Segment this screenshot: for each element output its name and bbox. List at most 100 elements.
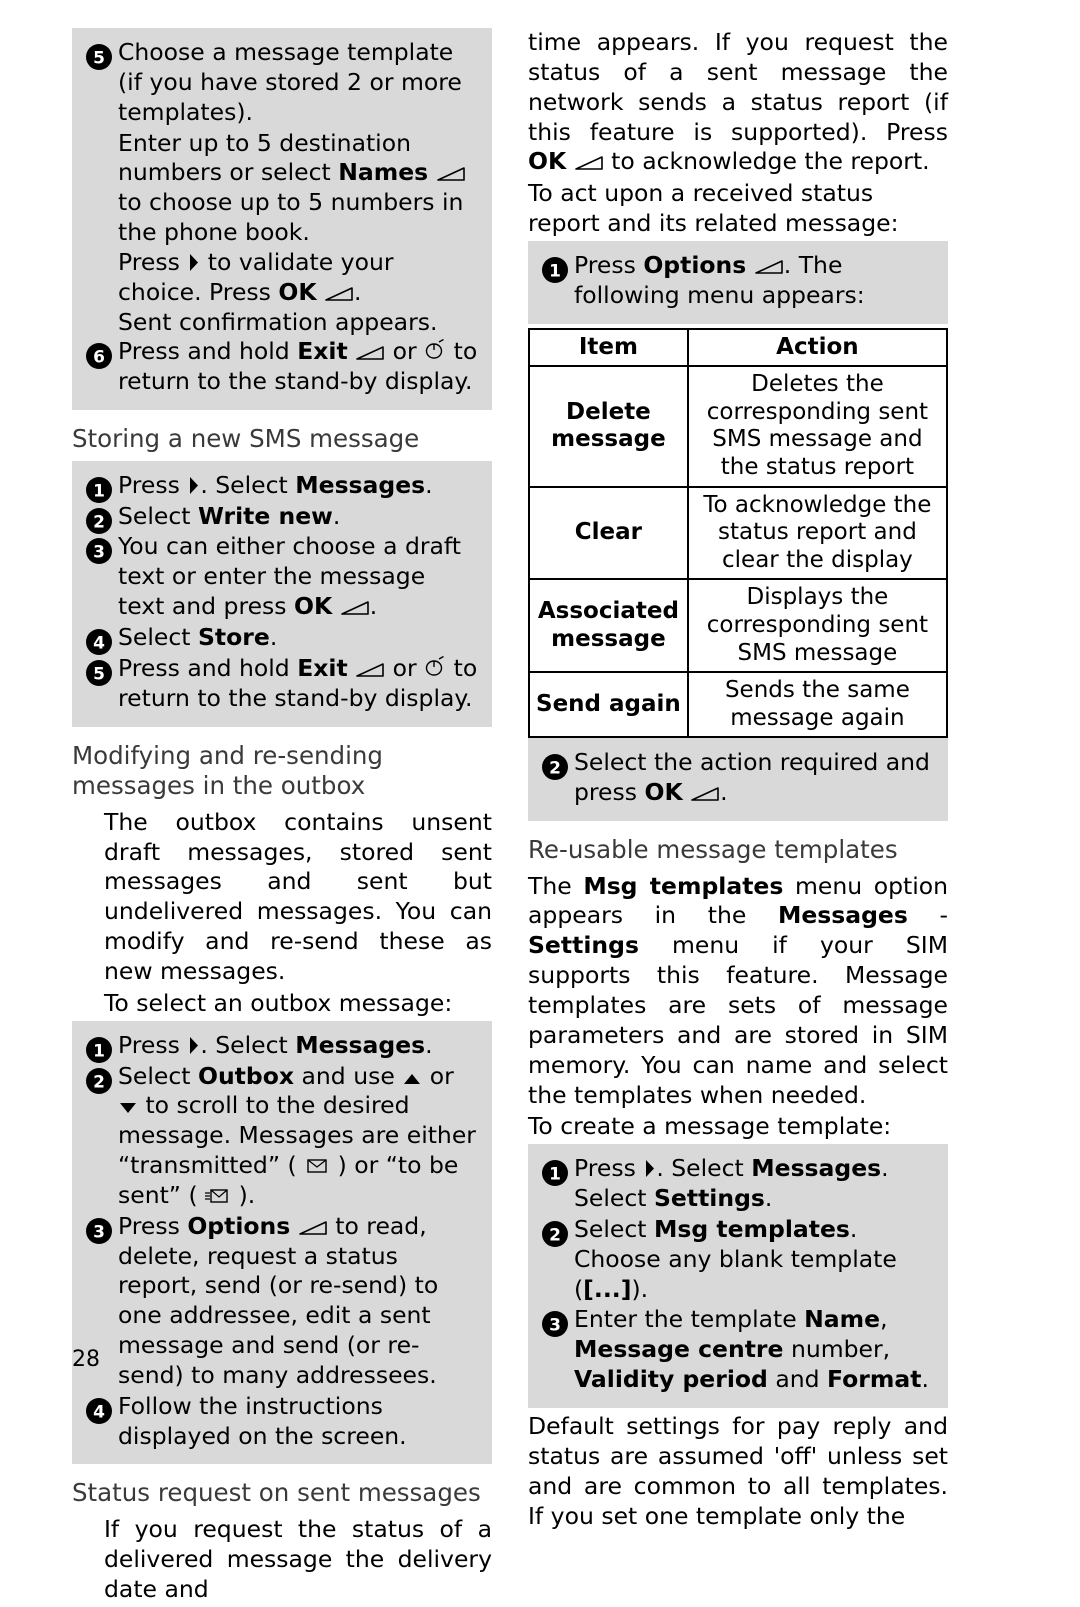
step-list: 2 Select the action required and press OK…	[540, 748, 934, 808]
emphasis: OK	[528, 147, 567, 176]
step-item: 1 Press . Select Messages.	[84, 470, 478, 503]
table-cell-action: Deletes the corresponding sent SMS messa…	[686, 365, 949, 488]
paragraph-default-settings: Default settings for pay reply and statu…	[528, 1411, 948, 1530]
step-item: 5 Choose a message template (if you have …	[84, 38, 478, 128]
svg-text:2: 2	[549, 759, 561, 779]
emphasis: [...]	[583, 1274, 632, 1303]
svg-text:1: 1	[549, 1165, 561, 1185]
table-row: Delete message Deletes the corresponding …	[528, 365, 949, 488]
step-text: Enter the template Name, Message centre …	[574, 1305, 929, 1394]
manual-page: 5 Choose a message template (if you have …	[0, 0, 1080, 1603]
step-item: 2 Select Write new.	[84, 501, 478, 534]
step-continuation: Enter up to 5 destination numbers or sel…	[84, 129, 478, 248]
softkey-left-icon	[436, 165, 466, 182]
emphasis: Write new	[197, 501, 333, 530]
step-text: Select the action required and press OK …	[574, 748, 930, 807]
svg-text:1: 1	[93, 1041, 105, 1061]
emphasis: Names	[338, 158, 429, 187]
two-column-layout: 5 Choose a message template (if you have …	[72, 28, 1008, 1607]
step-text: Choose a message template (if you have s…	[118, 38, 462, 126]
steps-box-select-action: 2 Select the action required and press OK…	[528, 738, 948, 821]
step-continuation: Press to validate your choice. Press OK …	[118, 247, 394, 306]
step-item: 4 Follow the instructions displayed on th…	[84, 1392, 478, 1452]
emphasis: OK	[644, 778, 683, 807]
step-text: Press . Select Messages.	[118, 1030, 433, 1059]
step-text: Press and hold Exit or to return to the …	[118, 337, 478, 396]
paragraph-templates-description: The Msg templates menu option appears in…	[528, 871, 949, 1109]
emphasis: Exit	[297, 653, 348, 682]
step-item: 5 Press and hold Exit or to return to the…	[84, 654, 478, 714]
svg-text:1: 1	[93, 481, 105, 501]
emphasis: Store	[197, 622, 270, 651]
emphasis: Settings	[653, 1184, 765, 1213]
paragraph-create-template: To create a message template:	[528, 1112, 892, 1141]
table-cell-action: Sends the same message again	[686, 671, 949, 739]
emphasis: Validity period	[574, 1365, 768, 1394]
step-number-3: 3	[84, 536, 118, 565]
emphasis: Outbox	[197, 1061, 295, 1090]
emphasis: Messages	[295, 1030, 426, 1059]
step-text: Select Msg templates. Choose any blank t…	[574, 1214, 897, 1303]
step-item: 2 Select the action required and press OK…	[540, 748, 934, 808]
steps-box-select-outbox: 1 Press . Select Messages. 2 Select Outbox …	[72, 1020, 492, 1465]
emphasis: Msg templates	[653, 1214, 850, 1243]
step-text: Select Outbox and use or to scroll to th…	[118, 1061, 476, 1209]
page-number: 28	[72, 1347, 100, 1372]
table-cell-item: Send again	[528, 671, 689, 739]
paragraph-select-outbox: To select an outbox message:	[104, 988, 453, 1017]
table-cell-item: Clear	[528, 485, 689, 581]
step-text: Select Write new.	[118, 501, 341, 530]
step-number-5: 5	[84, 658, 118, 686]
step-item: 3 Enter the template Name, Message centre…	[540, 1305, 934, 1395]
svg-text:3: 3	[93, 1222, 105, 1242]
left-column: 5 Choose a message template (if you have …	[72, 28, 492, 1607]
table-header-action: Action	[686, 327, 949, 368]
options-menu-table: Item Action Delete message Deletes the co…	[528, 327, 949, 739]
up-arrow-icon	[402, 1072, 422, 1086]
table-head: Item Action	[528, 327, 949, 368]
steps-box-options-menu: 1 Press Options . The following menu appe…	[528, 240, 948, 324]
table-header-item: Item	[528, 327, 689, 368]
softkey-right-icon	[355, 661, 385, 678]
table-body: Delete message Deletes the corresponding …	[528, 365, 949, 739]
down-arrow-icon	[118, 1101, 138, 1115]
step-continuation: Sent confirmation appears.	[118, 307, 438, 336]
svg-text:1: 1	[549, 261, 561, 281]
heading-reusable-templates: Re-usable message templates	[528, 835, 898, 864]
step-item: 3 Press Options to read, delete, request …	[84, 1212, 478, 1391]
envelope-pending-icon	[205, 1187, 231, 1205]
emphasis: Messages	[777, 901, 908, 930]
step-text: Press . Select Messages.	[118, 470, 433, 499]
step-number-2: 2	[540, 752, 574, 781]
table-cell-item: Associated message	[528, 578, 689, 674]
steps-box-storing-sms: 1 Press . Select Messages. 2 Select Write n…	[72, 460, 492, 727]
paragraph-act-on-report: To act upon a received status report and…	[528, 179, 899, 238]
svg-text:3: 3	[93, 543, 105, 563]
softkey-left-icon	[298, 1219, 328, 1236]
right-column: time appears. If you request the status …	[528, 28, 948, 1533]
step-list: 1 Press Options . The following menu appe…	[540, 251, 934, 311]
svg-text:6: 6	[93, 348, 105, 368]
svg-text:4: 4	[93, 1402, 105, 1422]
heading-status-request: Status request on sent messages	[72, 1478, 481, 1508]
emphasis: OK	[278, 277, 317, 306]
step-item: 1 Press . Select Messages. Select Setting…	[540, 1154, 934, 1214]
step-number-2: 2	[84, 506, 118, 534]
emphasis: OK	[294, 592, 333, 621]
emphasis: Settings	[528, 931, 639, 960]
steps-box-send-template: 5 Choose a message template (if you have …	[72, 28, 492, 411]
right-arrow-icon	[187, 1036, 200, 1055]
emphasis: Options	[187, 1211, 291, 1240]
table-row: Clear To acknowledge the status report an…	[528, 485, 949, 581]
step-list: 5 Choose a message template (if you have …	[84, 38, 478, 397]
svg-text:5: 5	[93, 49, 105, 69]
steps-box-create-template: 1 Press . Select Messages. Select Setting…	[528, 1144, 948, 1408]
softkey-left-icon	[690, 785, 720, 802]
softkey-left-icon	[324, 285, 354, 302]
step-number-1: 1	[84, 475, 118, 503]
power-key-icon	[424, 655, 446, 678]
softkey-left-icon	[574, 154, 604, 171]
svg-text:4: 4	[93, 633, 105, 653]
envelope-sent-icon	[304, 1157, 330, 1175]
step-item: 6 Press and hold Exit or to return to the…	[84, 337, 478, 397]
